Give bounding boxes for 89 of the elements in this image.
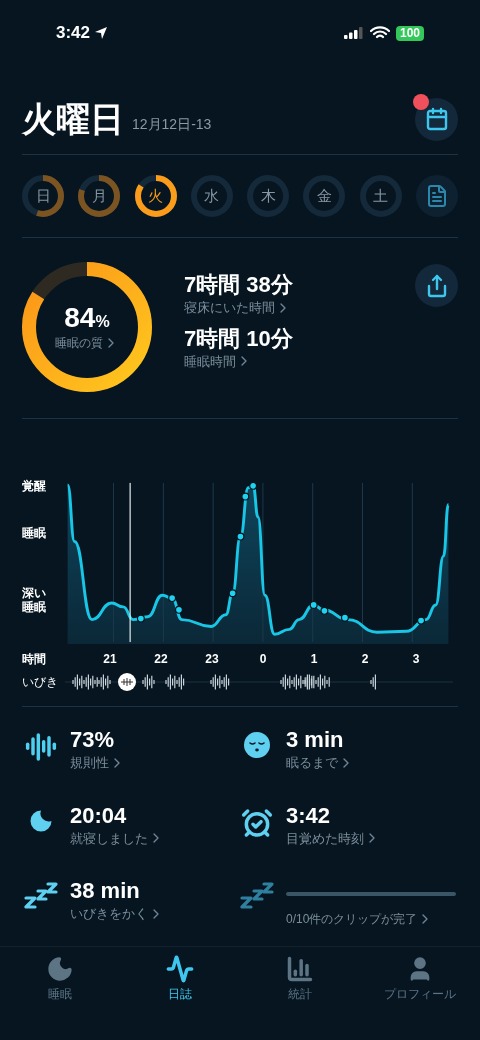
- axis-label: 覚醒: [22, 479, 47, 493]
- stat-value: 3 min: [286, 727, 345, 753]
- share-button[interactable]: [415, 264, 458, 307]
- day-label: 日: [35, 185, 51, 206]
- wifi-icon: [369, 26, 390, 40]
- signal-icon: [343, 27, 364, 39]
- moon-icon: [46, 955, 74, 983]
- day-ring[interactable]: 土: [359, 175, 402, 217]
- axis-label: 時間: [22, 651, 47, 666]
- stat-label: 目覚めた時刻: [286, 829, 364, 848]
- hour-label: 23: [205, 651, 219, 668]
- snore-label: いびき: [22, 674, 59, 691]
- data-point: [168, 594, 177, 603]
- axis-label: 睡眠: [22, 526, 47, 540]
- snore-clip-icon[interactable]: [304, 673, 330, 691]
- stat-label: 0/10件のクリップが完了: [286, 911, 418, 928]
- sleeping-face-icon: [243, 731, 271, 759]
- hour-label: 21: [103, 651, 117, 668]
- data-point: [320, 606, 329, 615]
- calendar-button[interactable]: [415, 97, 458, 141]
- hour-label: 3: [412, 651, 420, 668]
- alarm-clock-icon: [241, 806, 273, 839]
- stat-value: 73%: [70, 727, 116, 753]
- duration-label: 寝床にいた時間: [184, 299, 275, 317]
- axis-label: 深い睡眠: [22, 586, 47, 614]
- data-point: [228, 589, 237, 598]
- data-point: [309, 600, 318, 609]
- stat-value: 38 min: [70, 878, 141, 904]
- data-point: [241, 492, 250, 501]
- zzz-icon: [240, 882, 274, 912]
- duration-value: 7時間 38分: [184, 272, 294, 298]
- day-ring[interactable]: 火: [134, 175, 177, 217]
- stat-label: いびきをかく: [70, 905, 148, 923]
- report-button[interactable]: [415, 175, 458, 217]
- day-ring[interactable]: 木: [247, 175, 290, 217]
- snore-clip-icon[interactable]: [165, 673, 185, 691]
- snore-clip-icon[interactable]: [370, 673, 376, 691]
- data-point: [236, 532, 245, 541]
- stat-value: 3:42: [286, 802, 332, 829]
- hour-label: 0: [259, 651, 267, 668]
- stat-label: 規則性: [70, 754, 109, 772]
- snore-clip-icon[interactable]: [210, 673, 230, 691]
- tab[interactable]: 統計: [240, 947, 360, 1040]
- snore-clip-icon[interactable]: [280, 673, 313, 691]
- tab[interactable]: 睡眠: [0, 947, 120, 1040]
- snore-clip-icon[interactable]: [142, 673, 155, 691]
- data-point: [417, 616, 426, 625]
- day-ring[interactable]: 月: [78, 175, 121, 217]
- snore-clip-icon[interactable]: [98, 673, 111, 691]
- stat-label: 就寝しました: [70, 829, 148, 848]
- date-range: 12月12日-13: [132, 115, 212, 134]
- day-ring[interactable]: 金: [303, 175, 346, 217]
- duration-label: 睡眠時間: [184, 352, 236, 371]
- location-icon: [94, 26, 109, 40]
- day-title: 火曜日: [22, 99, 124, 139]
- day-label: 月: [91, 185, 107, 206]
- quality-unit: %: [95, 312, 110, 332]
- snore-clip-icon[interactable]: [72, 673, 98, 691]
- playback-handle[interactable]: [118, 673, 136, 691]
- tab[interactable]: 日誌: [120, 947, 240, 1040]
- data-point: [136, 614, 145, 623]
- stat-label: 眠るまで: [286, 754, 338, 772]
- bar-chart-icon: [286, 955, 314, 983]
- day-label: 火: [148, 185, 164, 206]
- quality-label: 睡眠の質: [55, 334, 103, 352]
- quality-value: 84: [64, 302, 96, 333]
- day-ring[interactable]: 水: [190, 175, 233, 217]
- hour-label: 22: [154, 651, 168, 668]
- day-label: 木: [260, 185, 276, 206]
- wave-icon: [166, 955, 194, 983]
- battery-indicator: 100: [395, 25, 424, 41]
- hour-label: 1: [310, 651, 318, 668]
- status-time: 3:42: [56, 22, 91, 45]
- day-label: 金: [316, 185, 332, 206]
- calendar-icon: [424, 107, 449, 131]
- time-cursor[interactable]: [129, 482, 131, 643]
- bars-icon: [25, 731, 57, 763]
- stat-value: 20:04: [70, 802, 128, 829]
- tab[interactable]: プロフィール: [360, 947, 480, 1040]
- data-point: [249, 481, 258, 490]
- data-point: [174, 605, 183, 614]
- duration-value: 7時間 10分: [184, 325, 294, 352]
- quality-ring[interactable]: 84% 睡眠の質: [22, 262, 152, 392]
- hour-label: 2: [361, 651, 369, 668]
- zzz-icon: [24, 882, 58, 912]
- data-point: [340, 613, 349, 622]
- day-label: 水: [204, 185, 220, 206]
- day-label: 土: [373, 185, 389, 206]
- day-ring[interactable]: 日: [22, 175, 64, 217]
